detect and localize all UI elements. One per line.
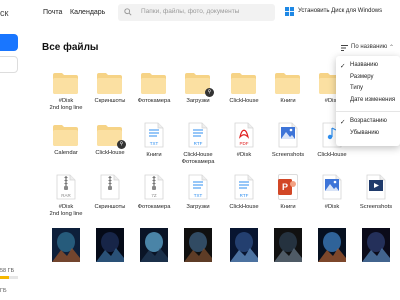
chevron-up-icon[interactable]: ⌃ (389, 44, 394, 51)
install-disk-link[interactable]: Установить Диск для Windows (298, 8, 382, 14)
video-file-icon (366, 174, 386, 200)
search-input[interactable]: Папки, файлы, фото, документы (118, 4, 275, 21)
windows-icon (285, 7, 294, 16)
rtf-file-icon: RTF (234, 174, 254, 200)
file-name: ClickHouse Фотокамера (181, 152, 215, 165)
file-name: Screenshots (271, 152, 305, 158)
search-icon (124, 8, 132, 16)
file-name: Скриншоты (94, 204, 126, 210)
nav-calendar-link[interactable]: Календарь (70, 9, 105, 16)
txt-file-icon: TXT (144, 122, 164, 148)
sort-option-sort-by[interactable]: Дате изменения (350, 97, 395, 103)
sort-dropdown: Названию ✓ Размеру Типу Дате изменения Возрас… (336, 56, 400, 146)
txt-file-icon: TXT (188, 174, 208, 200)
photo-thumbnail (230, 228, 258, 262)
file-name: #Disk (324, 204, 340, 210)
upload-button[interactable] (0, 34, 18, 51)
file-name: Calendar (54, 150, 78, 156)
sort-option-order[interactable]: Убыванию (350, 130, 379, 136)
photo-thumbnail (362, 228, 390, 262)
svg-text:PDF: PDF (240, 141, 249, 146)
storage-usage-fill (0, 276, 9, 279)
top-bar: ск Почта Календарь Папки, файлы, фото, д… (0, 0, 400, 26)
file-name: ClickHouse (229, 204, 259, 210)
svg-text:P: P (282, 182, 288, 192)
shared-link-icon: ⚲ (205, 88, 214, 97)
folder-icon (53, 73, 78, 94)
sort-option-order[interactable]: Возрастанию (350, 118, 387, 124)
file-name: Загрузки (186, 204, 210, 210)
file-name: ClickHouse (229, 98, 259, 104)
photo-thumbnail (140, 228, 168, 262)
sort-option-sort-by[interactable]: Типу (350, 85, 363, 91)
storage-usage-text: 58 ГБ (0, 268, 15, 274)
archive-file-icon: RAR (56, 174, 76, 200)
photo-thumbnail (52, 228, 80, 262)
create-button[interactable] (0, 56, 18, 73)
shared-link-icon: ⚲ (117, 140, 126, 149)
menu-divider (336, 111, 400, 112)
file-name: Загрузки (186, 98, 210, 104)
file-name: Фотокамера (137, 204, 171, 210)
folder-icon (53, 125, 78, 146)
checkmark-icon: ✓ (340, 118, 346, 126)
nav-mail-link[interactable]: Почта (43, 9, 62, 16)
folder-icon (141, 73, 166, 94)
sort-select[interactable]: По названию (351, 44, 387, 50)
sort-icon[interactable] (341, 45, 348, 51)
file-name: #Disk 2nd long line (49, 204, 83, 217)
photo-thumbnail (184, 228, 212, 262)
file-name: ClickHouse (95, 150, 125, 156)
svg-text:RTF: RTF (240, 193, 249, 198)
photo-thumbnail (96, 228, 124, 262)
image-file-icon (278, 122, 298, 148)
file-name: Книги (280, 204, 296, 210)
svg-text:RAR: RAR (61, 193, 71, 198)
svg-text:TXT: TXT (150, 141, 159, 146)
logo-fragment[interactable]: ск (0, 8, 8, 18)
photo-thumbnail (274, 228, 302, 262)
sort-option-sort-by[interactable]: Размеру (350, 74, 374, 80)
archive-file-icon: 7Z (144, 174, 164, 200)
storage-bottom-text: ГБ (0, 288, 7, 294)
storage-usage-bar (0, 276, 18, 279)
image-file-icon (322, 174, 342, 200)
file-name: #Disk (236, 152, 252, 158)
photo-thumbnail (318, 228, 346, 262)
file-name: Скриншоты (94, 98, 126, 104)
sort-option-sort-by[interactable]: Названию (350, 62, 378, 68)
folder-icon (231, 73, 256, 94)
svg-text:7Z: 7Z (151, 193, 157, 198)
file-name: Screenshots (359, 204, 393, 210)
file-name: Книги (280, 98, 296, 104)
page-title: Все файлы (42, 42, 99, 53)
file-name: #Disk 2nd long line (49, 98, 83, 111)
file-name: Фотокамера (137, 98, 171, 104)
folder-icon (275, 73, 300, 94)
presentation-file-icon: P (278, 174, 298, 200)
svg-text:TXT: TXT (194, 193, 203, 198)
pdf-file-icon: PDF (234, 122, 254, 148)
file-name: ClickHouse (317, 152, 347, 158)
svg-text:RTF: RTF (194, 141, 203, 146)
file-name: Книги (146, 152, 162, 158)
rtf-file-icon: RTF (188, 122, 208, 148)
checkmark-icon: ✓ (340, 62, 346, 70)
archive-file-icon (100, 174, 120, 200)
folder-icon (97, 73, 122, 94)
search-placeholder: Папки, файлы, фото, документы (141, 8, 240, 15)
